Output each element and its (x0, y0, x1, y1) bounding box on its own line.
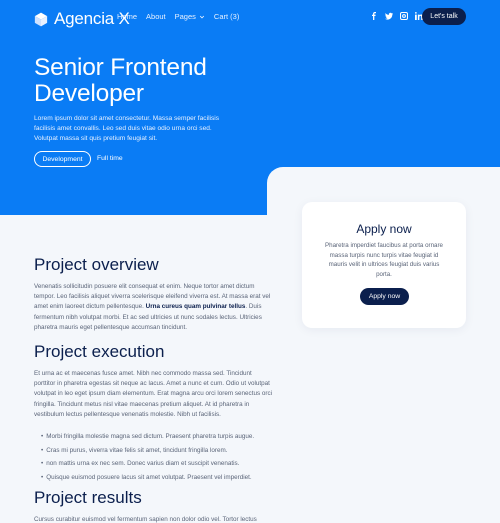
nav-item-pages[interactable]: Pages (175, 12, 205, 21)
list-item: Morbi fringilla molestie magna sed dictu… (41, 430, 254, 444)
main-nav: Home About Pages Cart (3) (117, 12, 239, 21)
facebook-icon[interactable] (370, 12, 378, 20)
instagram-icon[interactable] (400, 12, 408, 20)
nav-item-cart[interactable]: Cart (3) (214, 12, 239, 21)
project-results-heading: Project results (34, 488, 142, 507)
page-title-line-2: Developer (34, 80, 144, 107)
logo[interactable]: Agencia X (34, 9, 130, 29)
twitter-icon[interactable] (385, 12, 393, 20)
project-results-text: Cursus curabitur euismod vel fermentum s… (34, 516, 257, 523)
list-item: Quisque euismod posuere lacus sit amet v… (41, 471, 254, 485)
development-tag-button[interactable]: Development (34, 151, 91, 167)
logo-cube-icon (34, 12, 48, 26)
page-title: Senior Frontend Developer (34, 55, 284, 107)
apply-description: Pharetra imperdiet faucibus at porta orn… (325, 242, 443, 278)
project-execution-text: Et urna ac et maecenas fusce amet. Nibh … (34, 370, 272, 418)
apply-title: Apply now (356, 222, 412, 236)
nav-item-about[interactable]: About (146, 12, 166, 21)
nav-item-pages-label: Pages (174, 12, 196, 21)
list-item: Cras mi purus, viverra vitae felis sit a… (41, 444, 254, 458)
hero-description: Lorem ipsum dolor sit amet consectetur. … (34, 115, 220, 143)
chevron-down-icon (199, 15, 205, 18)
apply-card: Apply now Pharetra imperdiet faucibus at… (302, 202, 466, 328)
project-overview-heading: Project overview (34, 255, 159, 274)
list-item: non mattis urna ex nec sem. Donec varius… (41, 457, 254, 471)
project-overview-text: Venenatis sollicitudin posuere elit cons… (34, 282, 274, 333)
lets-talk-button[interactable]: Let's talk (422, 8, 466, 25)
apply-now-button[interactable]: Apply now (360, 288, 409, 305)
overview-text-bold: Urna cureus quam pulvinar tellus (145, 303, 246, 311)
social-links (370, 12, 423, 20)
execution-bullet-list: Morbi fringilla molestie magna sed dictu… (41, 430, 254, 484)
nav-item-home[interactable]: Home (117, 12, 137, 21)
page-title-line-1: Senior Frontend (34, 54, 207, 81)
full-time-label: Full time (97, 155, 123, 162)
project-execution-heading: Project execution (34, 342, 165, 361)
